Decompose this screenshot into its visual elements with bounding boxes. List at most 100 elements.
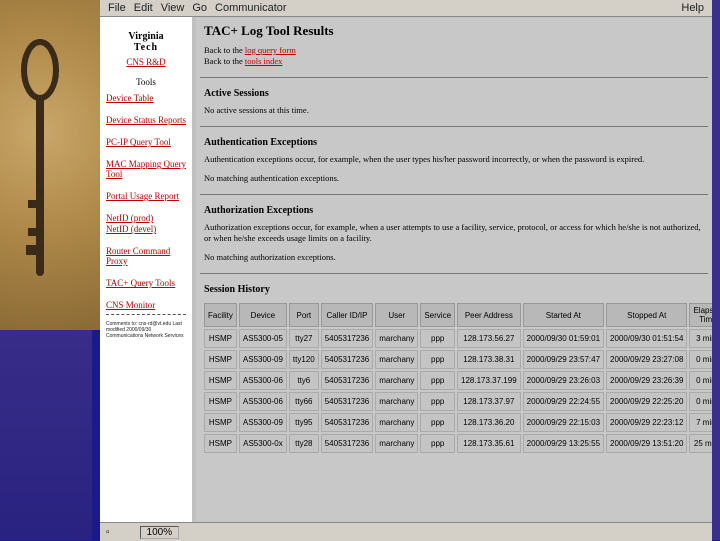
- table-row: HSMP AS5300-05 tty27 5405317236 marchany ppp 1…: [204, 329, 712, 348]
- table-cell: 0 mins: [689, 392, 712, 411]
- table-cell: 5405317236: [320, 434, 374, 453]
- table-cell: AS5300-0x: [238, 434, 287, 453]
- table-cell: marchany: [375, 413, 419, 432]
- table-cell: marchany: [375, 392, 419, 411]
- menu-file[interactable]: File: [108, 2, 126, 14]
- sidebar-link-device-status[interactable]: Device Status Reports: [106, 115, 186, 125]
- authentication-heading: Authentication Exceptions: [204, 137, 318, 148]
- divider: [200, 126, 708, 127]
- antique-key-image: [0, 0, 102, 330]
- tools-index-link[interactable]: tools index: [245, 56, 283, 66]
- sidebar-org-link[interactable]: CNS R&D: [126, 57, 165, 67]
- menu-help[interactable]: Help: [681, 2, 704, 14]
- table-cell: 5405317236: [320, 392, 374, 411]
- menu-communicator[interactable]: Communicator: [215, 2, 287, 14]
- sidebar-link-portal-usage[interactable]: Portal Usage Report: [106, 191, 186, 201]
- table-cell: 5405317236: [320, 350, 374, 369]
- page-title: TAC+ Log Tool Results: [204, 23, 334, 38]
- col-stopped-at: Stopped At: [606, 303, 688, 327]
- sidebar-link-cns-monitor[interactable]: CNS Monitor: [106, 300, 186, 310]
- table-cell: HSMP: [204, 413, 237, 432]
- sidebar: Virginia Tech CNS R&D Tools Device Table…: [100, 17, 192, 522]
- sidebar-link-netid-prod[interactable]: NetID (prod): [106, 213, 186, 223]
- menu-view[interactable]: View: [161, 2, 185, 14]
- table-cell: 128.173.35.61: [457, 434, 521, 453]
- table-cell: AS5300-09: [238, 350, 287, 369]
- table-cell: 2000/09/30 01:51:54: [606, 329, 688, 348]
- table-cell: 2000/09/29 13:25:55: [522, 434, 605, 453]
- session-history-body: HSMP AS5300-05 tty27 5405317236 marchany ppp 1…: [204, 329, 712, 453]
- menu-edit[interactable]: Edit: [134, 2, 153, 14]
- table-cell: AS5300-06: [238, 371, 287, 390]
- table-cell: marchany: [375, 434, 419, 453]
- sidebar-link-device-table[interactable]: Device Table: [106, 93, 186, 103]
- security-lock-icon[interactable]: ▫: [106, 527, 110, 538]
- sidebar-link-mac-mapping[interactable]: MAC Mapping Query Tool: [106, 159, 186, 179]
- table-cell: tty95: [288, 413, 319, 432]
- session-history-heading: Session History: [204, 284, 270, 295]
- divider: [200, 194, 708, 195]
- table-cell: 0 mins: [689, 350, 712, 369]
- zoom-level: 100%: [139, 525, 180, 539]
- table-cell: ppp: [420, 413, 456, 432]
- log-query-form-link[interactable]: log query form: [245, 45, 296, 55]
- authorization-description: Authorization exceptions occur, for exam…: [204, 222, 701, 243]
- table-cell: HSMP: [204, 371, 237, 390]
- sidebar-link-router-proxy[interactable]: Router Command Proxy: [106, 246, 186, 266]
- col-caller-id: Caller ID/IP: [320, 303, 374, 327]
- table-cell: tty120: [288, 350, 319, 369]
- table-cell: 5405317236: [320, 329, 374, 348]
- table-cell: ppp: [420, 350, 456, 369]
- sidebar-link-pc-ip[interactable]: PC-IP Query Tool: [106, 137, 186, 147]
- authorization-result: No matching authorization exceptions.: [204, 252, 336, 262]
- table-cell: ppp: [420, 329, 456, 348]
- status-bar: ▫ 100%: [100, 522, 712, 541]
- table-cell: 2000/09/29 23:26:03: [522, 371, 605, 390]
- col-elapsed-time: Elapsed Time: [689, 303, 712, 327]
- back1-prefix: Back to the: [204, 45, 245, 55]
- menu-go[interactable]: Go: [192, 2, 207, 14]
- sidebar-link-tac-query[interactable]: TAC+ Query Tools: [106, 278, 186, 288]
- table-cell: 128.173.36.20: [457, 413, 521, 432]
- table-cell: marchany: [375, 350, 419, 369]
- table-cell: HSMP: [204, 392, 237, 411]
- table-cell: 128.173.37.199: [457, 371, 521, 390]
- main-content: TAC+ Log Tool Results Back to the log qu…: [196, 17, 712, 522]
- table-cell: 2000/09/29 22:23:12: [606, 413, 688, 432]
- table-cell: 2000/09/29 23:57:47: [522, 350, 605, 369]
- table-cell: tty27: [288, 329, 319, 348]
- col-started-at: Started At: [522, 303, 605, 327]
- table-cell: ppp: [420, 392, 456, 411]
- table-cell: 3 mins: [689, 329, 712, 348]
- table-cell: HSMP: [204, 350, 237, 369]
- table-row: HSMP AS5300-06 tty66 5405317236 marchany ppp 1…: [204, 392, 712, 411]
- session-history-table: Facility Device Port Caller ID/IP User S…: [202, 301, 712, 455]
- divider: [200, 273, 708, 274]
- col-facility: Facility: [204, 303, 237, 327]
- sidebar-link-netid-devel[interactable]: NetID (devel): [106, 224, 186, 234]
- table-cell: 2000/09/29 22:15:03: [522, 413, 605, 432]
- authorization-heading: Authorization Exceptions: [204, 205, 314, 216]
- table-cell: 0 mins: [689, 371, 712, 390]
- active-sessions-text: No active sessions at this time.: [204, 105, 309, 115]
- table-row: HSMP AS5300-09 tty120 5405317236 marchany ppp…: [204, 350, 712, 369]
- col-port: Port: [288, 303, 319, 327]
- col-service: Service: [420, 303, 456, 327]
- logo-line2: Tech: [133, 42, 159, 53]
- sidebar-footer: Comments to: cns-rd@vt.edu Last modified…: [106, 321, 184, 339]
- table-cell: tty6: [288, 371, 319, 390]
- table-cell: 2000/09/29 23:27:08: [606, 350, 688, 369]
- table-cell: 2000/09/29 23:26:39: [606, 371, 688, 390]
- authentication-description: Authentication exceptions occur, for exa…: [204, 154, 645, 164]
- table-cell: marchany: [375, 371, 419, 390]
- table-cell: ppp: [420, 371, 456, 390]
- table-cell: 2000/09/29 13:51:20: [606, 434, 688, 453]
- table-cell: 2000/09/29 22:25:20: [606, 392, 688, 411]
- authentication-result: No matching authentication exceptions.: [204, 173, 340, 183]
- table-cell: 7 mins: [689, 413, 712, 432]
- table-row: HSMP AS5300-09 tty95 5405317236 marchany ppp 1…: [204, 413, 712, 432]
- table-cell: ppp: [420, 434, 456, 453]
- table-row: HSMP AS5300-06 tty6 5405317236 marchany ppp 12…: [204, 371, 712, 390]
- sidebar-tools-label: Tools: [136, 77, 156, 87]
- menu-bar: File Edit View Go Communicator Help: [100, 0, 712, 17]
